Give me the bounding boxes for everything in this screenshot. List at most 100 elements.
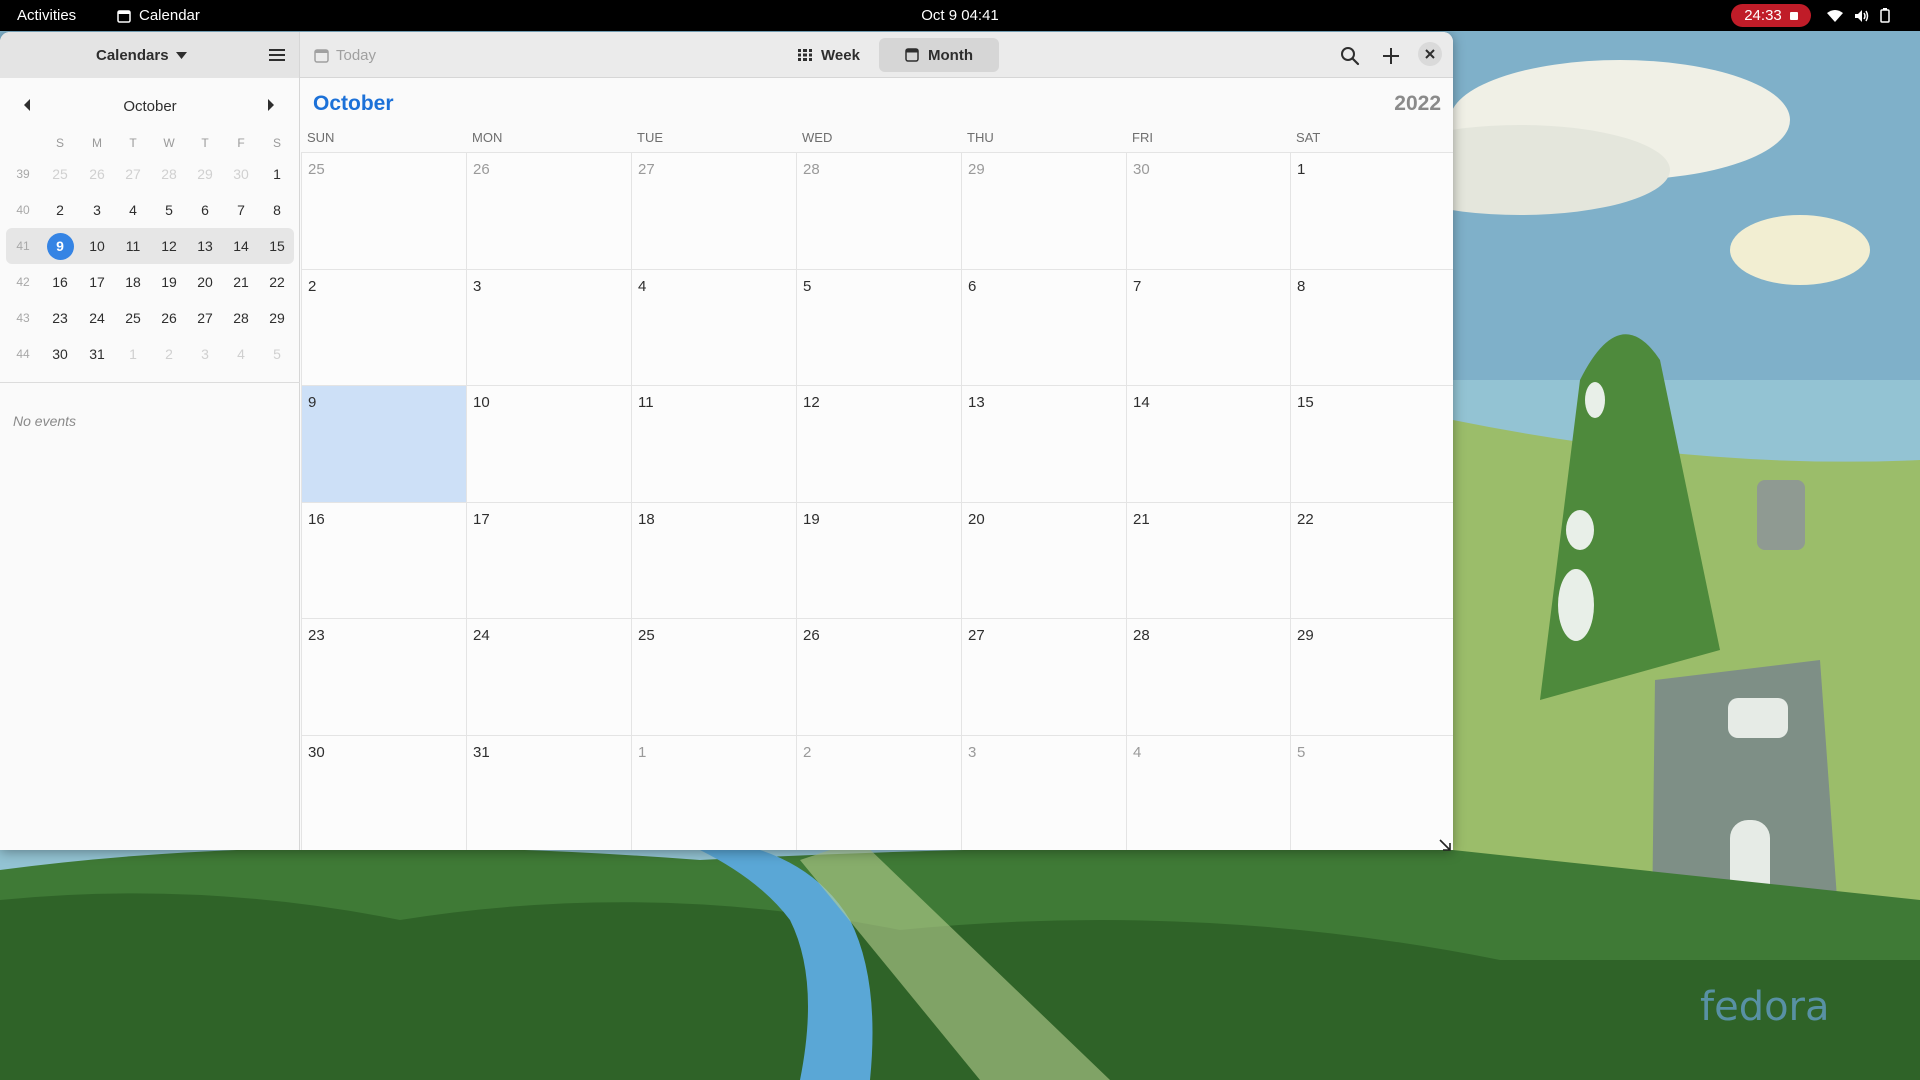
day-cell[interactable]: 8 — [1290, 268, 1453, 385]
clock[interactable]: Oct 9 04:41 — [0, 0, 1920, 31]
mini-day[interactable]: 17 — [82, 264, 112, 300]
day-cell[interactable]: 3 — [961, 734, 1126, 850]
system-tray[interactable] — [1826, 0, 1890, 31]
day-cell[interactable]: 29 — [961, 152, 1126, 269]
day-cell[interactable]: 27 — [961, 618, 1126, 735]
mini-day[interactable]: 30 — [45, 336, 75, 372]
day-cell[interactable]: 10 — [466, 385, 631, 502]
day-cell[interactable]: 14 — [1126, 385, 1290, 502]
mini-day[interactable]: 25 — [45, 156, 75, 192]
search-icon[interactable] — [1339, 45, 1361, 67]
day-cell[interactable]: 4 — [1126, 734, 1290, 850]
mini-day[interactable]: 7 — [226, 192, 256, 228]
mini-day[interactable]: 24 — [82, 300, 112, 336]
day-cell[interactable]: 22 — [1290, 501, 1453, 618]
mini-day[interactable]: 6 — [190, 192, 220, 228]
day-cell[interactable]: 20 — [961, 501, 1126, 618]
mini-day[interactable]: 4 — [118, 192, 148, 228]
resize-grip-icon[interactable] — [1438, 838, 1452, 852]
mini-day[interactable]: 11 — [118, 228, 148, 264]
mini-day[interactable]: 29 — [190, 156, 220, 192]
day-cell[interactable]: 24 — [466, 618, 631, 735]
day-cell[interactable]: 25 — [301, 152, 466, 269]
mini-day[interactable]: 15 — [262, 228, 292, 264]
day-cell[interactable]: 1 — [1290, 152, 1453, 269]
day-cell[interactable]: 5 — [1290, 734, 1453, 850]
day-cell[interactable]: 30 — [301, 734, 466, 850]
clock-text[interactable]: Oct 9 04:41 — [921, 7, 999, 24]
app-menu[interactable]: Calendar — [117, 0, 200, 31]
mini-day[interactable]: 13 — [190, 228, 220, 264]
mini-day[interactable]: 27 — [118, 156, 148, 192]
day-cell[interactable]: 12 — [796, 385, 961, 502]
mini-day[interactable]: 2 — [45, 192, 75, 228]
day-cell[interactable]: 23 — [301, 618, 466, 735]
mini-day[interactable]: 12 — [154, 228, 184, 264]
mini-day[interactable]: 5 — [154, 192, 184, 228]
day-cell[interactable]: 25 — [631, 618, 796, 735]
screen-recording-indicator[interactable]: 24:33 — [1731, 4, 1811, 27]
mini-day[interactable]: 1 — [118, 336, 148, 372]
day-cell[interactable]: 2 — [301, 268, 466, 385]
day-cell[interactable]: 18 — [631, 501, 796, 618]
day-cell[interactable]: 28 — [1126, 618, 1290, 735]
calendars-menu-button[interactable]: Calendars — [96, 41, 187, 69]
mini-day[interactable]: 26 — [154, 300, 184, 336]
day-cell[interactable]: 28 — [796, 152, 961, 269]
mini-day[interactable]: 10 — [82, 228, 112, 264]
day-cell[interactable]: 13 — [961, 385, 1126, 502]
day-cell[interactable]: 2 — [796, 734, 961, 850]
mini-day[interactable]: 27 — [190, 300, 220, 336]
mini-day[interactable]: 21 — [226, 264, 256, 300]
mini-day[interactable]: 20 — [190, 264, 220, 300]
mini-day[interactable]: 18 — [118, 264, 148, 300]
chevron-right-icon[interactable] — [266, 98, 276, 112]
day-cell[interactable]: 6 — [961, 268, 1126, 385]
close-button[interactable] — [1418, 42, 1442, 66]
mini-day[interactable]: 26 — [82, 156, 112, 192]
day-cell[interactable]: 15 — [1290, 385, 1453, 502]
mini-day[interactable]: 25 — [118, 300, 148, 336]
week-view-button[interactable]: Week — [770, 38, 888, 72]
plus-icon[interactable] — [1380, 45, 1402, 67]
mini-day[interactable]: 30 — [226, 156, 256, 192]
mini-day[interactable]: 19 — [154, 264, 184, 300]
day-cell[interactable]: 1 — [631, 734, 796, 850]
day-cell[interactable]: 7 — [1126, 268, 1290, 385]
day-cell[interactable]: 21 — [1126, 501, 1290, 618]
mini-day[interactable]: 16 — [45, 264, 75, 300]
mini-day[interactable]: 3 — [190, 336, 220, 372]
day-cell-selected[interactable]: 9 — [301, 385, 466, 502]
day-cell[interactable]: 4 — [631, 268, 796, 385]
mini-day[interactable]: 22 — [262, 264, 292, 300]
mini-day[interactable]: 5 — [262, 336, 292, 372]
mini-day[interactable]: 4 — [226, 336, 256, 372]
mini-day[interactable]: 23 — [45, 300, 75, 336]
day-cell[interactable]: 29 — [1290, 618, 1453, 735]
day-cell[interactable]: 30 — [1126, 152, 1290, 269]
mini-day[interactable]: 14 — [226, 228, 256, 264]
day-cell[interactable]: 26 — [796, 618, 961, 735]
mini-day[interactable]: 29 — [262, 300, 292, 336]
mini-day[interactable]: 8 — [262, 192, 292, 228]
mini-day[interactable]: 31 — [82, 336, 112, 372]
mini-day[interactable]: 3 — [82, 192, 112, 228]
day-cell[interactable]: 31 — [466, 734, 631, 850]
month-view-button[interactable]: Month — [879, 38, 999, 72]
mini-day[interactable]: 1 — [262, 156, 292, 192]
mini-day-selected[interactable]: 9 — [45, 228, 75, 264]
day-cell[interactable]: 17 — [466, 501, 631, 618]
day-cell[interactable]: 27 — [631, 152, 796, 269]
day-cell[interactable]: 3 — [466, 268, 631, 385]
activities-button[interactable]: Activities — [17, 0, 76, 31]
day-cell[interactable]: 5 — [796, 268, 961, 385]
chevron-left-icon[interactable] — [22, 98, 32, 112]
today-button[interactable]: Today — [314, 42, 376, 68]
mini-day[interactable]: 28 — [226, 300, 256, 336]
mini-day[interactable]: 2 — [154, 336, 184, 372]
day-cell[interactable]: 26 — [466, 152, 631, 269]
mini-day[interactable]: 28 — [154, 156, 184, 192]
day-cell[interactable]: 19 — [796, 501, 961, 618]
day-cell[interactable]: 16 — [301, 501, 466, 618]
day-cell[interactable]: 11 — [631, 385, 796, 502]
